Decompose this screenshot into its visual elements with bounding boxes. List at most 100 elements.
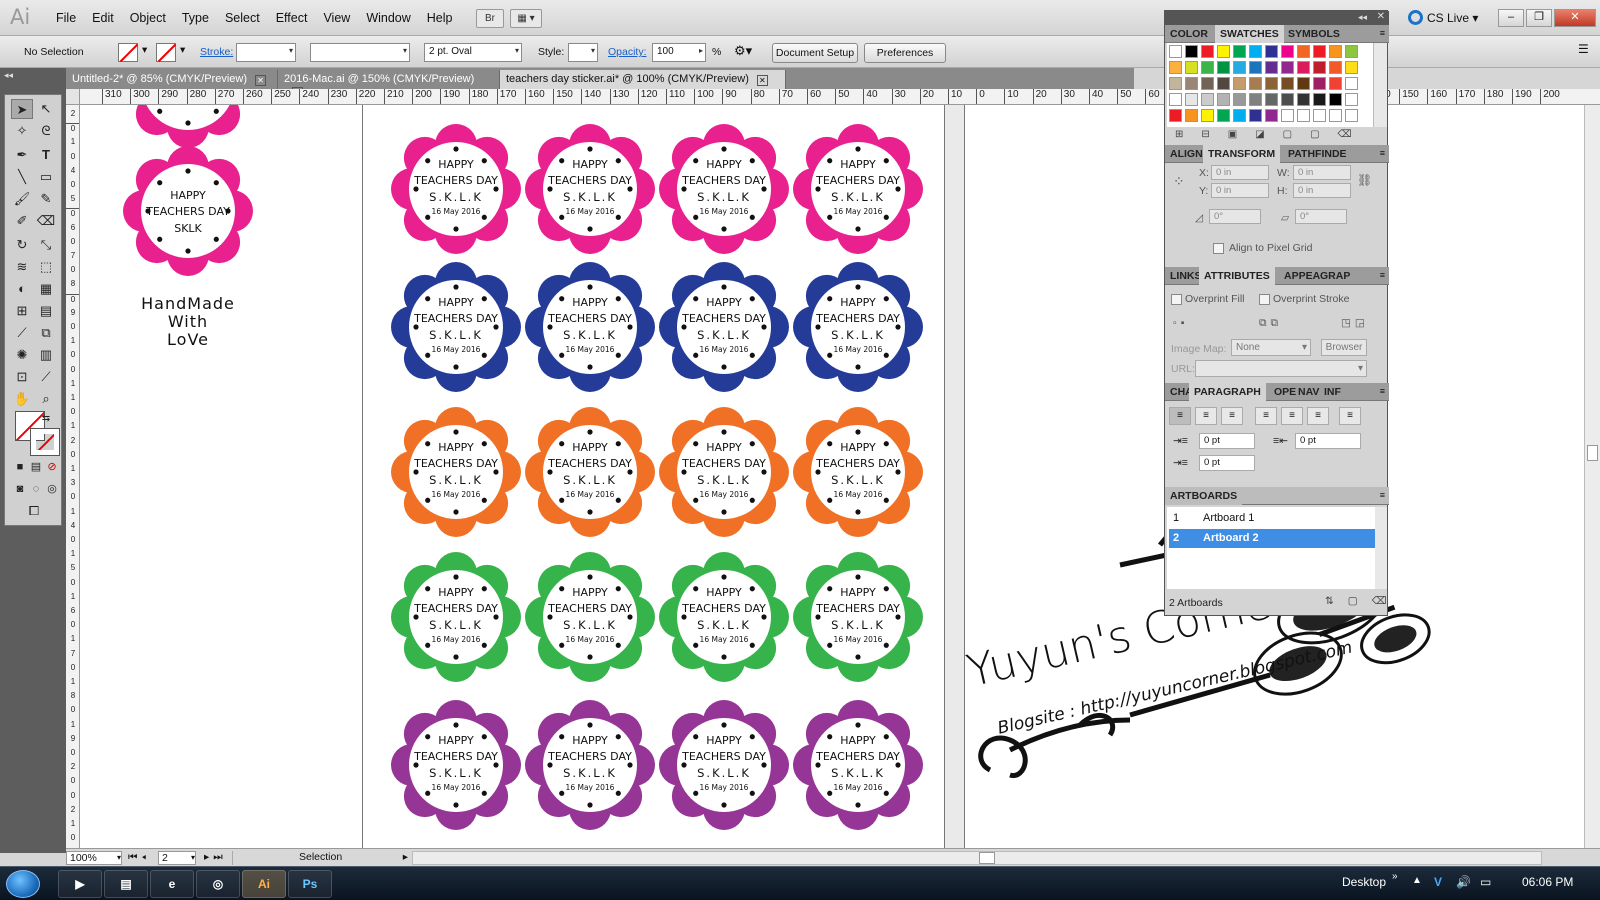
tab-attributes[interactable]: ATTRIBUTES — [1199, 267, 1275, 285]
swatch[interactable] — [1233, 109, 1246, 122]
stroke-swatch[interactable] — [156, 43, 176, 62]
panel-titlebar[interactable]: ◂◂ ✕ — [1165, 11, 1389, 25]
align-left-icon[interactable]: ≡ — [1169, 407, 1191, 425]
bridge-button[interactable]: Br — [476, 9, 504, 28]
sticker[interactable]: HAPPY TEACHERS DAY S.K.L.K 16 May 2016 — [524, 261, 656, 393]
sticker[interactable]: HAPPY TEACHERS DAY S.K.L.K 16 May 2016 — [658, 551, 790, 683]
vertical-scroll-thumb[interactable] — [1587, 445, 1598, 461]
artboard-number-select[interactable]: 2 ▾ — [158, 851, 196, 865]
swatch[interactable] — [1217, 109, 1230, 122]
selection-tool-icon[interactable]: ➤ — [11, 99, 33, 119]
swatch[interactable] — [1233, 93, 1246, 106]
control-menu-icon[interactable]: ☰ — [1578, 42, 1589, 56]
swatch-scrollbar[interactable] — [1373, 43, 1387, 127]
sticker[interactable]: HAPPY TEACHERS DAY S.K.L.K 16 May 2016 — [658, 123, 790, 255]
swatch[interactable] — [1329, 77, 1342, 90]
shape-builder-tool-icon[interactable]: ◐ — [11, 279, 33, 299]
panel-menu-icon[interactable]: ≡ — [1380, 148, 1385, 158]
vertical-ruler[interactable]: 2 0 1 0 4 0 5 0 6 0 7 0 8 0 9 0 1 0 0 1 1 0 1 2 0 1 3 0 1 4 0 1 5 0 1 6 0 1 7 0… — [66, 105, 80, 848]
close-window-button[interactable]: ✕ — [1554, 9, 1596, 27]
internet-explorer-icon[interactable]: e — [150, 870, 194, 898]
swatch[interactable] — [1345, 45, 1358, 58]
swatch[interactable] — [1313, 109, 1326, 122]
stroke-label[interactable]: Stroke: — [200, 46, 233, 58]
tab-2016-mac[interactable]: 2016-Mac.ai @ 150% (CMYK/Preview)✕ — [278, 70, 500, 98]
hand-tool-icon[interactable]: ✋ — [11, 389, 33, 409]
perspective-grid-tool-icon[interactable]: ⊞ — [11, 301, 33, 321]
recolor-icon[interactable]: ⚙▾ — [734, 43, 752, 59]
preferences-button[interactable]: Preferences — [864, 43, 946, 63]
image-map-select[interactable]: None ▾ — [1231, 339, 1311, 356]
arrange-documents-button[interactable]: ▦ ▾ — [510, 9, 542, 28]
sticker[interactable]: HAPPY TEACHERS DAY S.K.L.K 16 May 2016 — [390, 261, 522, 393]
swatch[interactable] — [1201, 61, 1214, 74]
swatch[interactable] — [1345, 61, 1358, 74]
gradient-tool-icon[interactable]: ▤ — [35, 301, 57, 321]
align-center-icon[interactable]: ≡ — [1195, 407, 1217, 425]
swatch[interactable] — [1185, 93, 1198, 106]
swatch[interactable] — [1185, 109, 1198, 122]
desktop-toolbar[interactable]: Desktop — [1342, 875, 1386, 889]
justify-center-icon[interactable]: ≡ — [1281, 407, 1303, 425]
swatch[interactable] — [1201, 109, 1214, 122]
zoom-tool-icon[interactable]: ⌕ — [35, 389, 57, 409]
direct-selection-tool-icon[interactable]: ↖ — [35, 99, 57, 119]
constrain-link-icon[interactable]: ⛓ — [1357, 173, 1372, 187]
live-paint-tool-icon[interactable]: ▦ — [35, 279, 57, 299]
tab-teachers-day-sticker[interactable]: teachers day sticker.ai* @ 100% (CMYK/Pr… — [500, 70, 786, 89]
menu-select[interactable]: Select — [217, 11, 268, 25]
slice-tool-icon[interactable]: ⟋ — [35, 367, 57, 387]
paintbrush-tool-icon[interactable]: 🖌 — [11, 189, 33, 209]
stroke-dropdown-icon[interactable]: ▾ — [180, 44, 185, 56]
style-select[interactable]: ▾ — [568, 43, 598, 62]
swatch[interactable] — [1201, 93, 1214, 106]
swatch[interactable] — [1265, 93, 1278, 106]
warp-tool-icon[interactable]: ≋ — [11, 257, 33, 277]
panel-menu-icon[interactable]: ≡ — [1380, 270, 1385, 280]
blend-tool-icon[interactable]: ⧉ — [35, 323, 57, 343]
opacity-label[interactable]: Opacity: — [608, 46, 647, 58]
type-tool-icon[interactable]: T — [35, 145, 57, 165]
browser-button[interactable]: Browser — [1321, 339, 1367, 356]
sticker[interactable]: HAPPY TEACHERS DAY S.K.L.K 16 May 2016 — [524, 551, 656, 683]
justify-right-icon[interactable]: ≡ — [1307, 407, 1329, 425]
sticker[interactable]: HAPPYTEACHERS DAYSKLK — [122, 145, 254, 277]
swatch[interactable] — [1169, 109, 1182, 122]
document-setup-button[interactable]: Document Setup — [772, 43, 858, 63]
sticker[interactable]: HAPPY TEACHERS DAY S.K.L.K 16 May 2016 — [792, 699, 924, 831]
artboard-nav-prev-icons[interactable]: ⏮◂ — [128, 851, 150, 865]
reverse-path-icons[interactable]: ◳◲ — [1341, 317, 1369, 329]
swatch[interactable] — [1233, 77, 1246, 90]
show-center-icons[interactable]: ▫▪ — [1173, 317, 1188, 329]
align-right-icon[interactable]: ≡ — [1221, 407, 1243, 425]
sticker[interactable]: HAPPY TEACHERS DAY S.K.L.K 16 May 2016 — [792, 551, 924, 683]
graph-tool-icon[interactable]: ▥ — [35, 345, 57, 365]
lasso-tool-icon[interactable]: ᘓ — [35, 121, 57, 141]
sticker[interactable]: HAPPYTEACHERS DAYSKLK — [122, 105, 254, 149]
swap-colors-icon[interactable]: ⇆ — [39, 409, 53, 429]
artboard-actions[interactable]: ⇅▢⌫ — [1325, 595, 1401, 607]
swatch[interactable] — [1169, 45, 1182, 58]
panel-menu-icon[interactable]: ≡ — [1380, 386, 1385, 396]
artboard-nav-next-icons[interactable]: ▸⏭ — [204, 851, 227, 865]
fill-rule-icons[interactable]: ⧉⧉ — [1259, 317, 1282, 330]
fill-dropdown-icon[interactable]: ▾ — [142, 44, 147, 56]
swatch[interactable] — [1249, 109, 1262, 122]
swatch[interactable] — [1265, 77, 1278, 90]
variable-width-select[interactable]: ▾ — [310, 43, 410, 62]
shear-input[interactable]: 0° — [1295, 209, 1347, 224]
swatch[interactable] — [1297, 61, 1310, 74]
swatch[interactable] — [1249, 61, 1262, 74]
photoshop-taskbar-button[interactable]: Ps — [288, 870, 332, 898]
justify-all-icon[interactable]: ≡ — [1339, 407, 1361, 425]
pixel-grid-checkbox[interactable] — [1213, 243, 1224, 254]
swatch[interactable] — [1281, 109, 1294, 122]
media-player-icon[interactable]: ▶ — [58, 870, 102, 898]
swatch[interactable] — [1329, 61, 1342, 74]
sticker[interactable]: HAPPY TEACHERS DAY S.K.L.K 16 May 2016 — [390, 551, 522, 683]
x-input[interactable]: 0 in — [1211, 165, 1269, 180]
swatch[interactable] — [1297, 77, 1310, 90]
tab-artboards[interactable]: ARTBOARDS — [1165, 487, 1243, 505]
volume-icon[interactable]: 🔊 — [1456, 875, 1471, 889]
swatch[interactable] — [1265, 109, 1278, 122]
